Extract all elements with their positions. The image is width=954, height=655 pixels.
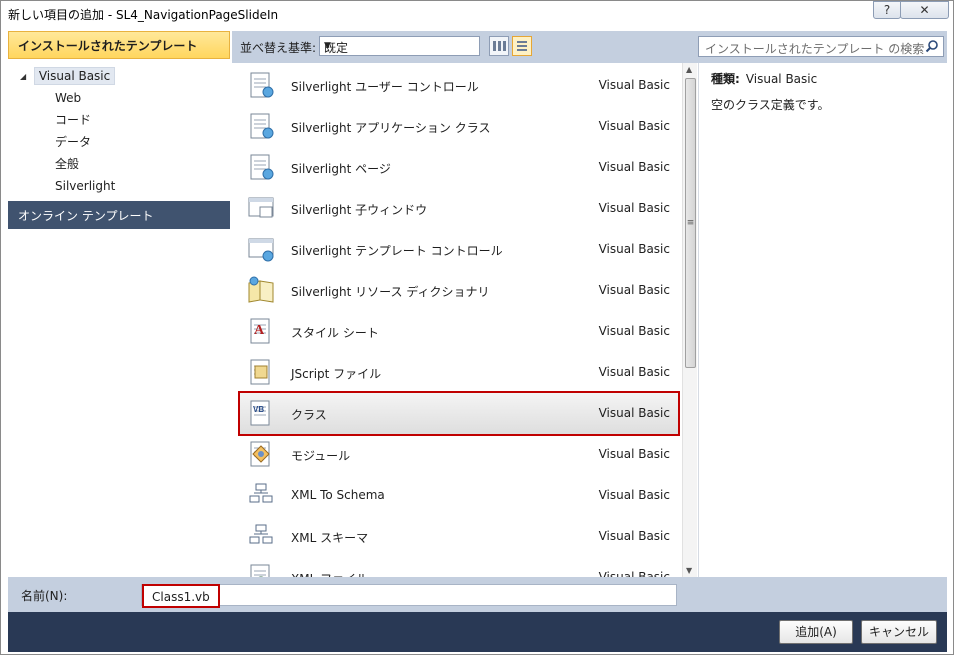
template-item-selected[interactable]: VB クラス Visual Basic [238, 391, 680, 436]
template-search-input[interactable]: インストールされたテンプレート の検索 [698, 36, 944, 57]
xml-schema-icon [249, 483, 273, 503]
jscript-icon [250, 359, 270, 385]
page-icon [250, 154, 274, 180]
template-language: Visual Basic [598, 570, 670, 577]
template-toolbar: 並べ替え基準: 既定 ▼ インストールされたテンプレート の検索 [232, 31, 947, 63]
sort-dropdown[interactable]: 既定 ▼ [319, 36, 480, 56]
module-icon [250, 441, 270, 467]
template-name: モジュール [291, 449, 351, 463]
help-button[interactable]: ? [873, 1, 901, 19]
template-name: スタイル シート [291, 326, 379, 340]
close-button[interactable]: ✕ [900, 1, 949, 19]
title-bar: 新しい項目の追加 - SL4_NavigationPageSlideIn ? ✕ [1, 1, 953, 28]
template-item[interactable]: JScript ファイル Visual Basic [240, 352, 678, 393]
template-name: クラス [291, 408, 327, 422]
templated-control-icon [248, 238, 274, 262]
template-item[interactable]: Silverlight テンプレート コントロール Visual Basic [240, 229, 678, 270]
template-name: Silverlight ユーザー コントロール [291, 80, 479, 94]
template-name: Silverlight リソース ディクショナリ [291, 285, 490, 299]
template-item[interactable]: Silverlight ページ Visual Basic [240, 147, 678, 188]
template-name: XML スキーマ [291, 531, 369, 545]
scroll-up-icon[interactable]: ▲ [686, 65, 692, 74]
template-language: Visual Basic [598, 488, 670, 502]
scroll-down-icon[interactable]: ▼ [686, 566, 692, 575]
tree-item-silverlight[interactable]: Silverlight [55, 177, 115, 195]
template-language: Visual Basic [598, 529, 670, 543]
template-language: Visual Basic [598, 365, 670, 379]
template-description: 空のクラス定義です。 [711, 98, 830, 112]
template-language: Visual Basic [598, 119, 670, 133]
template-name: Silverlight アプリケーション クラス [291, 121, 491, 135]
grip-icon: ≡ [686, 218, 695, 228]
installed-templates-header[interactable]: インストールされたテンプレート [8, 31, 230, 59]
tree-item-general[interactable]: 全般 [55, 155, 79, 173]
dialog-footer: 追加(A) キャンセル [8, 612, 947, 652]
template-item[interactable]: A スタイル シート Visual Basic [240, 311, 678, 352]
template-item[interactable]: Silverlight 子ウィンドウ Visual Basic [240, 188, 678, 229]
tree-item-visual-basic[interactable]: ◢ Visual Basic [20, 67, 116, 85]
template-language: Visual Basic [598, 242, 670, 256]
template-list-scrollbar[interactable]: ▲ ≡ ▼ [682, 63, 697, 577]
name-value[interactable]: Class1.vb [142, 584, 220, 608]
name-bar: 名前(N): Class1.vb [8, 577, 947, 612]
template-language: Visual Basic [598, 78, 670, 92]
tree-item-web[interactable]: Web [55, 89, 81, 107]
template-language: Visual Basic [598, 283, 670, 297]
template-name: XML To Schema [291, 488, 385, 502]
xml-file-icon [250, 564, 270, 577]
add-new-item-dialog: 新しい項目の追加 - SL4_NavigationPageSlideIn ? ✕… [0, 0, 954, 655]
expand-arrow-icon[interactable]: ◢ [20, 72, 30, 81]
chevron-down-icon: ▼ [324, 41, 331, 51]
template-item[interactable]: XML ファイル Visual Basic [240, 557, 678, 577]
xml-schema-icon [249, 524, 273, 544]
template-kind: 種類: Visual Basic [711, 72, 818, 86]
template-language: Visual Basic [598, 447, 670, 461]
stylesheet-icon: A [250, 318, 270, 344]
template-language: Visual Basic [598, 201, 670, 215]
sort-label: 並べ替え基準: [240, 41, 317, 55]
scroll-thumb[interactable]: ≡ [685, 78, 696, 368]
tree-item-data[interactable]: データ [55, 133, 91, 151]
template-name: JScript ファイル [291, 367, 382, 381]
cancel-button[interactable]: キャンセル [861, 620, 937, 644]
template-item[interactable]: XML スキーマ Visual Basic [240, 516, 678, 557]
svg-text:A: A [254, 323, 265, 338]
template-name: Silverlight ページ [291, 162, 391, 176]
medium-icons-view-button[interactable] [489, 36, 509, 56]
template-list: Silverlight ユーザー コントロール Visual Basic Silve… [232, 63, 697, 577]
online-templates-header[interactable]: オンライン テンプレート [8, 201, 230, 229]
search-icon[interactable] [925, 39, 939, 53]
template-name: XML ファイル [291, 570, 368, 577]
svg-text:VB: VB [253, 405, 264, 414]
template-language: Visual Basic [598, 324, 670, 338]
template-language: Visual Basic [598, 406, 670, 420]
template-item[interactable]: Silverlight ユーザー コントロール Visual Basic [240, 65, 678, 106]
template-name: Silverlight 子ウィンドウ [291, 203, 428, 217]
app-class-icon [250, 113, 274, 139]
template-name: Silverlight テンプレート コントロール [291, 244, 503, 258]
add-button[interactable]: 追加(A) [779, 620, 853, 644]
details-view-button[interactable] [512, 36, 532, 56]
name-label: 名前(N): [21, 589, 68, 603]
template-item[interactable]: Silverlight リソース ディクショナリ Visual Basic [240, 270, 678, 311]
template-tree-pane: インストールされたテンプレート ◢ Visual Basic Web コード デ… [8, 31, 230, 577]
class-icon: VB [250, 400, 270, 426]
child-window-icon [248, 197, 274, 218]
name-field[interactable]: Class1.vb [141, 584, 677, 608]
template-item[interactable]: モジュール Visual Basic [240, 434, 678, 475]
window-title: 新しい項目の追加 - SL4_NavigationPageSlideIn [8, 8, 279, 22]
user-control-icon [250, 72, 274, 98]
template-item[interactable]: XML To Schema Visual Basic [240, 475, 678, 516]
template-item[interactable]: Silverlight アプリケーション クラス Visual Basic [240, 106, 678, 147]
tree-item-code[interactable]: コード [55, 111, 91, 129]
template-language: Visual Basic [598, 160, 670, 174]
resource-dictionary-icon [248, 276, 274, 303]
template-details-pane: 種類: Visual Basic 空のクラス定義です。 [698, 63, 947, 577]
